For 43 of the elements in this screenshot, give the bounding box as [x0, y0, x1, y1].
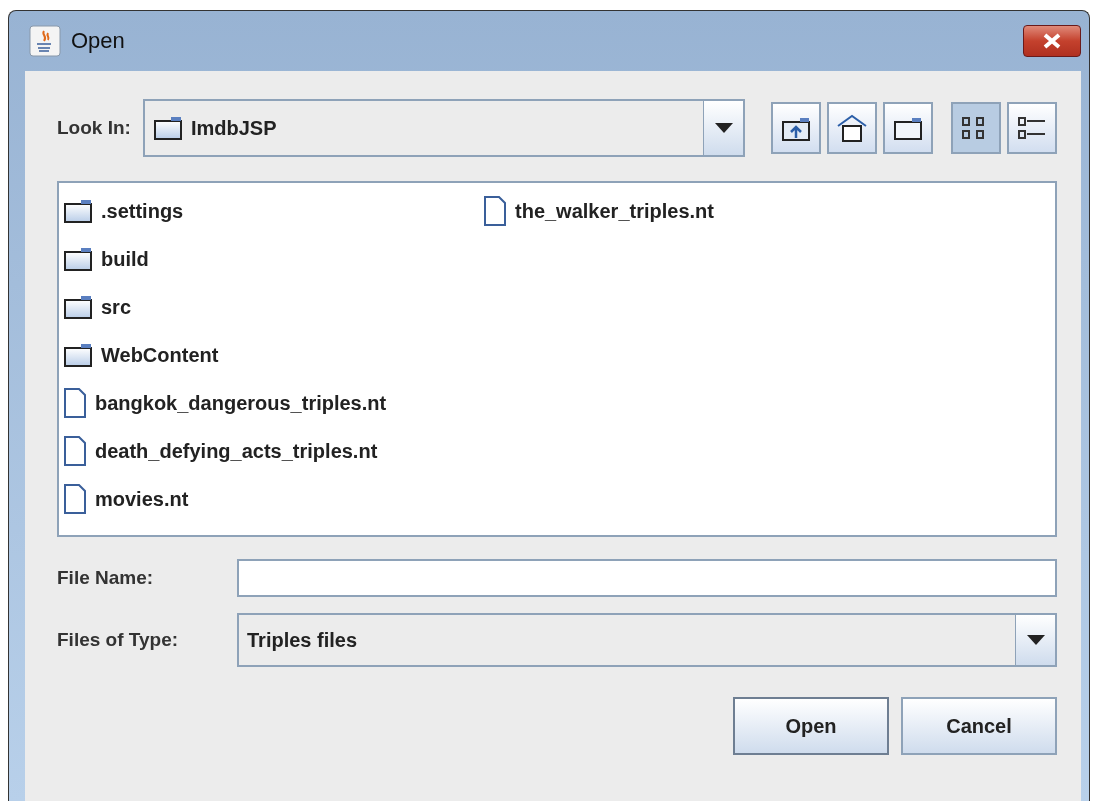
file-list-item[interactable]: .settings — [63, 193, 483, 229]
cancel-button[interactable]: Cancel — [901, 697, 1057, 755]
dropdown-button[interactable] — [703, 101, 743, 155]
file-icon — [63, 435, 87, 467]
java-cup-icon — [29, 25, 61, 57]
file-list-item[interactable]: WebContent — [63, 337, 483, 373]
file-list-item[interactable]: the_walker_triples.nt — [483, 193, 903, 229]
dropdown-arrow-icon — [714, 123, 733, 133]
open-button[interactable]: Open — [733, 697, 889, 755]
file-list-item[interactable]: src — [63, 289, 483, 325]
file-list-item[interactable]: build — [63, 241, 483, 277]
folder-icon — [63, 294, 93, 320]
folder-icon — [892, 115, 924, 141]
view-toggle-button[interactable] — [951, 102, 1001, 154]
file-icon — [63, 387, 87, 419]
close-icon — [1042, 33, 1062, 49]
file-list-item[interactable]: death_defying_acts_triples.nt — [63, 433, 483, 469]
file-icon — [63, 483, 87, 515]
toolbar-button[interactable] — [883, 102, 933, 154]
look-in-label: Look In: — [57, 117, 131, 139]
home-icon — [835, 113, 869, 143]
file-list-item[interactable]: movies.nt — [63, 481, 483, 517]
toolbar-button[interactable] — [827, 102, 877, 154]
folder-icon — [63, 342, 93, 368]
dropdown-button[interactable] — [1015, 615, 1055, 665]
folder-icon — [63, 246, 93, 272]
file-type-label: Files of Type: — [57, 629, 180, 651]
file-type-dropdown[interactable]: Triples files — [237, 613, 1057, 667]
folder-icon — [63, 198, 93, 224]
toolbar-button[interactable] — [771, 102, 821, 154]
window-title: Open — [71, 28, 126, 54]
folder-icon — [152, 115, 183, 141]
close-button[interactable] — [1023, 25, 1081, 57]
view-toggle-button[interactable] — [1007, 102, 1057, 154]
look-in-dropdown[interactable]: ImdbJSP — [142, 99, 745, 157]
file-list-item[interactable]: bangkok_dangerous_triples.nt — [63, 385, 483, 421]
details-view-icon — [1017, 115, 1047, 141]
file-icon — [483, 195, 507, 227]
file-type-value: Triples files — [247, 628, 358, 652]
dropdown-arrow-icon — [1026, 635, 1045, 645]
folder-name: ImdbJSP — [190, 116, 277, 140]
file-name-label: File Name: — [57, 567, 155, 589]
file-name-field[interactable] — [237, 559, 1057, 597]
